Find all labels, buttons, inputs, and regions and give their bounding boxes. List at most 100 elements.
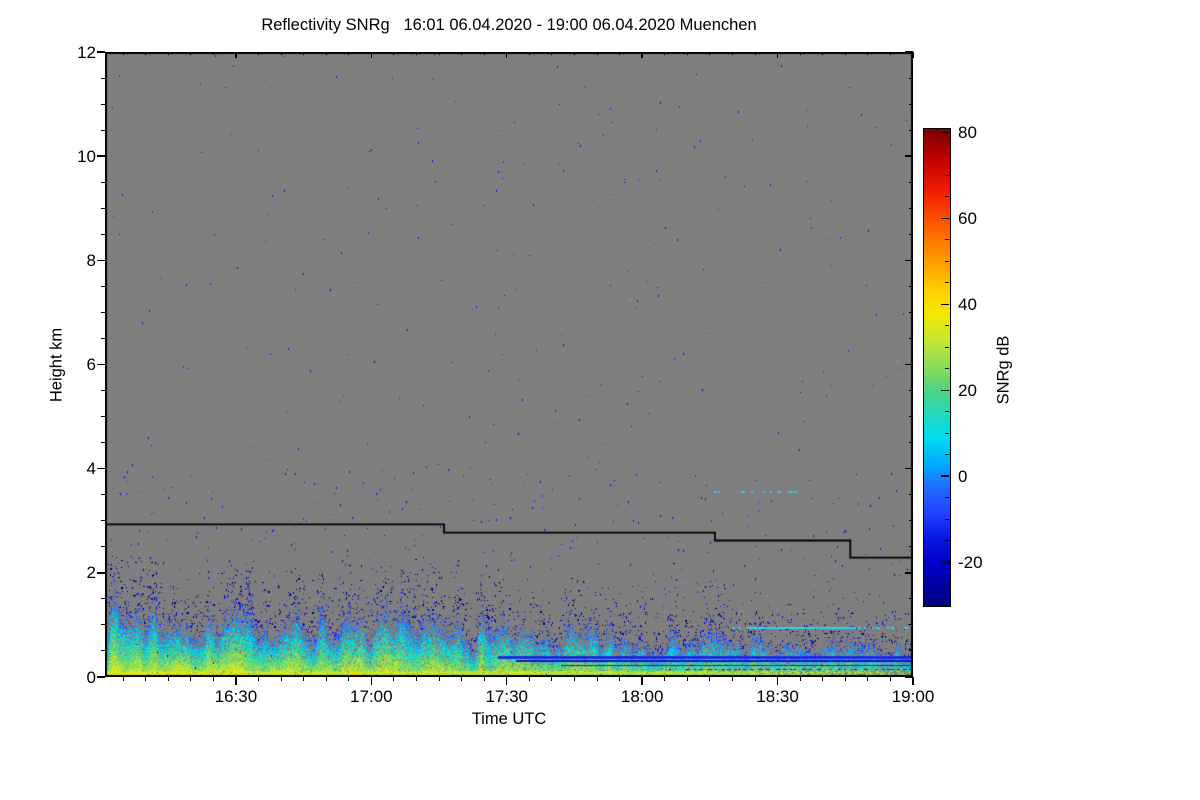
y-axis-minor-tick: [101, 520, 105, 522]
x-axis-top-tick: [235, 52, 237, 58]
y-axis-right-minor-tick: [909, 207, 913, 209]
x-axis-top-minor-tick: [686, 52, 688, 55]
x-axis-top-minor-tick: [280, 52, 282, 55]
colorbar-tick-label: 80: [958, 122, 977, 142]
x-axis-minor-tick: [664, 677, 666, 681]
x-axis-minor-tick: [731, 677, 733, 681]
y-axis-minor-tick: [101, 103, 105, 105]
colorbar-minor-tick: [945, 153, 949, 155]
x-axis-top-minor-tick: [822, 52, 824, 55]
y-axis-right-minor-tick: [909, 598, 913, 600]
y-axis-minor-tick: [101, 181, 105, 183]
y-axis-right-minor-tick: [909, 520, 913, 522]
x-axis-tick-label: 17:30: [485, 687, 529, 706]
y-axis-tick-label: 8: [86, 250, 96, 270]
x-axis-top-minor-tick: [393, 52, 395, 55]
y-axis-right-minor-tick: [909, 624, 913, 626]
heatmap-canvas: [105, 52, 913, 677]
y-axis-right-minor-tick: [909, 103, 913, 105]
x-axis-tick-label: 16:30: [214, 687, 258, 706]
x-axis-minor-tick: [303, 677, 305, 681]
x-axis-minor-tick: [551, 677, 553, 681]
y-axis-tick-label: 6: [86, 355, 96, 374]
x-axis-minor-tick: [596, 677, 598, 681]
x-axis-minor-tick: [438, 677, 440, 681]
x-axis-major-tick: [235, 677, 237, 685]
colorbar-label: SNRg dB: [994, 335, 1013, 405]
x-axis-top-minor-tick: [528, 52, 530, 55]
x-axis-top-minor-tick: [325, 52, 327, 55]
y-axis-tick-label: 2: [86, 563, 96, 583]
y-axis-right-minor-tick: [909, 337, 913, 339]
x-axis-minor-tick: [212, 677, 214, 681]
x-axis-top-minor-tick: [844, 52, 846, 55]
y-axis-tick-label: 4: [86, 459, 96, 479]
colorbar-minor-tick: [945, 518, 949, 520]
y-axis-minor-tick: [101, 337, 105, 339]
x-axis-minor-tick: [257, 677, 259, 681]
x-axis-top-minor-tick: [664, 52, 666, 55]
y-axis-minor-tick: [101, 233, 105, 235]
colorbar-major-tick: [941, 131, 949, 133]
chart-title: Reflectivity SNRg 16:01 06.04.2020 - 19:…: [261, 16, 757, 34]
y-axis-right-tick: [905, 363, 913, 366]
x-axis-minor-tick: [190, 677, 192, 681]
y-axis-major-tick: [97, 572, 105, 574]
colorbar-minor-tick: [945, 368, 949, 370]
x-axis-top-minor-tick: [190, 52, 192, 55]
colorbar-tick-label: 0: [958, 466, 968, 486]
x-axis-minor-tick: [822, 677, 824, 681]
y-axis-right-tick: [905, 467, 913, 470]
y-axis-right-minor-tick: [909, 650, 913, 652]
x-axis-top-minor-tick: [596, 52, 598, 55]
x-axis-major-tick: [370, 677, 373, 685]
x-axis-major-tick: [912, 677, 914, 685]
colorbar-minor-tick: [945, 282, 949, 284]
y-axis-right-minor-tick: [909, 416, 913, 418]
x-axis-minor-tick: [528, 677, 530, 681]
y-axis-right-minor-tick: [909, 77, 913, 79]
y-axis-minor-tick: [101, 650, 105, 652]
reflectivity-time-height-chart: Reflectivity SNRg 16:01 06.04.2020 - 19:…: [0, 0, 1200, 800]
colorbar-tick-label: 40: [958, 294, 977, 314]
x-axis-top-tick: [912, 52, 914, 58]
y-axis-major-tick: [97, 676, 105, 678]
colorbar-major-tick: [941, 303, 949, 305]
x-axis-minor-tick: [867, 677, 869, 681]
x-axis-minor-tick: [483, 677, 485, 681]
y-axis-tick-label: 12: [77, 42, 96, 62]
y-axis-minor-tick: [101, 624, 105, 626]
y-axis-right-tick: [905, 51, 913, 53]
x-axis-top-tick: [776, 52, 779, 58]
y-axis-right-tick: [905, 155, 913, 157]
x-axis-minor-tick: [415, 677, 417, 681]
y-axis-minor-tick: [101, 77, 105, 79]
y-axis-major-tick: [97, 467, 105, 470]
x-axis-minor-tick: [709, 677, 711, 681]
x-axis-minor-tick: [844, 677, 846, 681]
x-axis-minor-tick: [619, 677, 621, 681]
colorbar-minor-tick: [945, 260, 949, 262]
colorbar-major-tick: [941, 561, 949, 563]
x-axis-minor-tick: [754, 677, 756, 681]
y-axis-major-tick: [97, 155, 105, 157]
y-axis-right-minor-tick: [909, 233, 913, 235]
y-axis-minor-tick: [101, 207, 105, 209]
y-axis-minor-tick: [101, 598, 105, 600]
colorbar-minor-tick: [945, 411, 949, 413]
x-axis-top-minor-tick: [709, 52, 711, 55]
colorbar-minor-tick: [945, 346, 949, 348]
x-axis-top-minor-tick: [145, 52, 147, 55]
x-axis-tick-label: 18:00: [620, 687, 664, 706]
colorbar-minor-tick: [945, 497, 949, 499]
y-axis-minor-tick: [101, 416, 105, 418]
x-axis-minor-tick: [280, 677, 282, 681]
y-axis-minor-tick: [101, 129, 105, 131]
x-axis-minor-tick: [889, 677, 891, 681]
x-axis-minor-tick: [122, 677, 124, 681]
x-axis-top-minor-tick: [483, 52, 485, 55]
x-axis-minor-tick: [348, 677, 350, 681]
x-axis-top-minor-tick: [461, 52, 463, 55]
colorbar-tick-label: 60: [958, 208, 977, 228]
x-axis-top-minor-tick: [889, 52, 891, 55]
